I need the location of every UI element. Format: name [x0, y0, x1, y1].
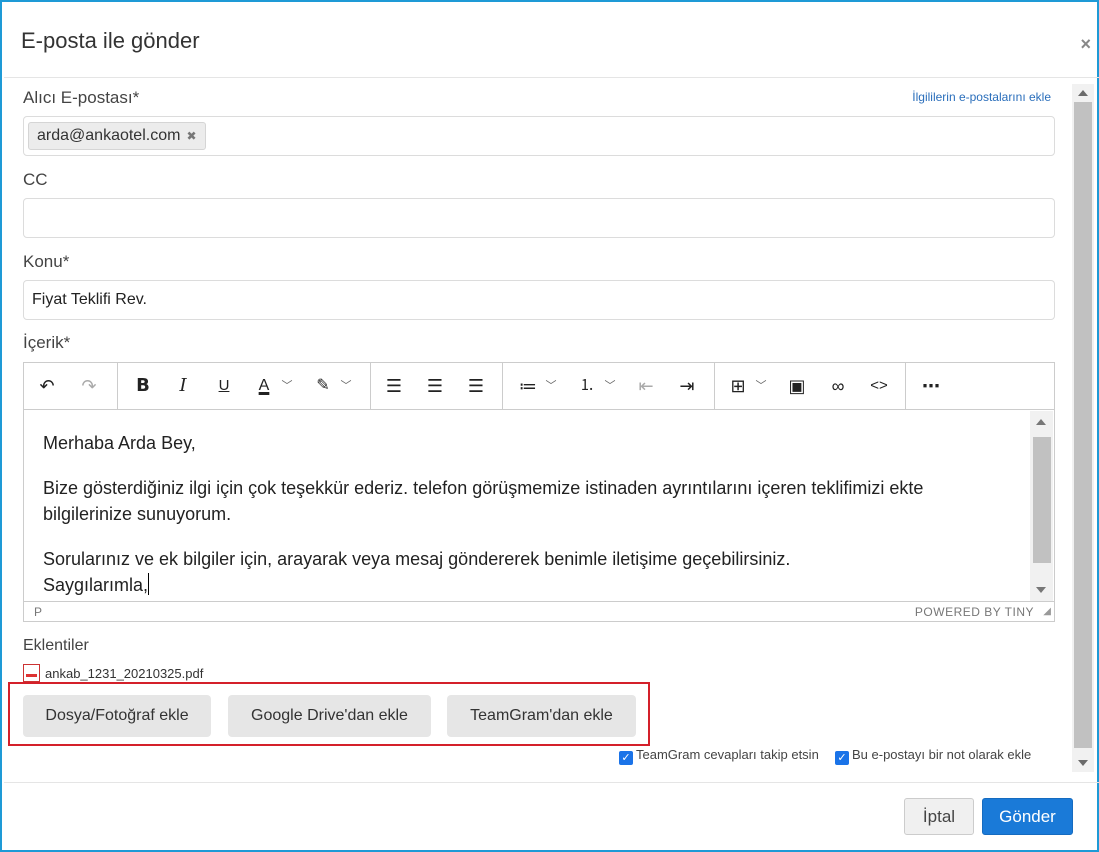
email-dialog: E-posta ile gönder × Alıcı E-postası* İl…	[0, 0, 1099, 852]
scroll-down-icon[interactable]	[1078, 760, 1088, 766]
toolbar-group-lists: ≔ ﹀ ⒈ ﹀ ⇤ ⇥	[503, 363, 715, 409]
add-as-note-checkbox[interactable]: ✓	[835, 751, 849, 765]
code-icon[interactable]: <>	[864, 371, 894, 401]
indent-icon[interactable]: ⇥	[672, 371, 702, 401]
image-icon[interactable]: ▣	[782, 371, 812, 401]
align-center-icon[interactable]: ☰	[420, 371, 450, 401]
more-icon[interactable]: ⋯	[916, 371, 946, 401]
outdent-icon[interactable]: ⇤	[631, 371, 661, 401]
toolbar-group-history: ↶ ↷	[24, 363, 118, 409]
attachments-label: Eklentiler	[23, 637, 89, 654]
track-replies-option[interactable]: ✓ TeamGram cevapları takip etsin	[619, 747, 819, 765]
content-label: İçerik*	[23, 333, 71, 352]
add-file-photo-button[interactable]: Dosya/Fotoğraf ekle	[23, 695, 211, 737]
rich-text-editor: ↶ ↷ B I U A ﹀ ✎ ﹀ ☰ ☰ ☰ ≔ ﹀ ⒈ ﹀ ⇤ ⇥ ⊞ ﹀ …	[23, 362, 1055, 622]
chevron-down-icon[interactable]: ﹀	[603, 371, 617, 401]
cc-field[interactable]	[23, 198, 1055, 238]
resize-handle-icon[interactable]: ◢	[1043, 606, 1051, 617]
dialog-header: E-posta ile gönder ×	[4, 4, 1099, 78]
cc-label: CC	[23, 170, 48, 189]
element-path[interactable]: P	[34, 605, 42, 619]
scroll-up-icon[interactable]	[1036, 419, 1046, 425]
numbered-list-icon[interactable]: ⒈	[572, 371, 602, 401]
chevron-down-icon[interactable]: ﹀	[544, 371, 558, 401]
scroll-down-icon[interactable]	[1036, 587, 1046, 593]
editor-toolbar: ↶ ↷ B I U A ﹀ ✎ ﹀ ☰ ☰ ☰ ≔ ﹀ ⒈ ﹀ ⇤ ⇥ ⊞ ﹀ …	[24, 363, 1054, 410]
recipient-field[interactable]: arda@ankaotel.com ✖	[23, 116, 1055, 156]
chevron-down-icon[interactable]: ﹀	[754, 371, 768, 401]
recipient-chip: arda@ankaotel.com ✖	[28, 122, 206, 150]
align-right-icon[interactable]: ☰	[461, 371, 491, 401]
closing-line-1: Sorularınız ve ek bilgiler için, arayara…	[43, 549, 791, 569]
cancel-button[interactable]: İptal	[904, 798, 974, 835]
dialog-scrollbar[interactable]	[1072, 84, 1094, 772]
scrollbar-thumb[interactable]	[1074, 102, 1092, 748]
editor-statusbar: P POWERED BY TINY ◢	[24, 601, 1054, 621]
text-color-icon[interactable]: A	[249, 371, 279, 401]
attachment-file[interactable]: ankab_1231_20210325.pdf	[23, 664, 203, 682]
closing-line-2-text: Saygılarımla,	[43, 575, 149, 595]
redo-icon[interactable]: ↷	[74, 371, 104, 401]
bullet-list-icon[interactable]: ≔	[513, 371, 543, 401]
subject-field[interactable]: Fiyat Teklifi Rev.	[23, 280, 1055, 320]
toolbar-group-format: B I U A ﹀ ✎ ﹀	[118, 363, 371, 409]
underline-icon[interactable]: U	[209, 371, 239, 401]
table-icon[interactable]: ⊞	[723, 371, 753, 401]
add-related-emails-link[interactable]: İlgililerin e-postalarını ekle	[912, 90, 1051, 104]
attachment-file-name: ankab_1231_20210325.pdf	[45, 666, 204, 681]
link-icon[interactable]: ∞	[823, 371, 853, 401]
toolbar-group-insert: ⊞ ﹀ ▣ ∞ <>	[715, 363, 906, 409]
recipient-label: Alıcı E-postası*	[23, 88, 140, 107]
body-paragraph: Bize gösterdiğiniz ilgi için çok teşekkü…	[43, 478, 924, 524]
highlight-icon[interactable]: ✎	[308, 371, 338, 401]
subject-value: Fiyat Teklifi Rev.	[32, 291, 147, 308]
bold-icon[interactable]: B	[128, 371, 158, 401]
add-as-note-label: Bu e-postayı bir not olarak ekle	[852, 747, 1032, 762]
toolbar-group-align: ☰ ☰ ☰	[371, 363, 503, 409]
chevron-down-icon[interactable]: ﹀	[280, 371, 294, 401]
align-left-icon[interactable]: ☰	[379, 371, 409, 401]
track-replies-label: TeamGram cevapları takip etsin	[636, 747, 819, 762]
editor-content[interactable]: Merhaba Arda Bey, Bize gösterdiğiniz ilg…	[24, 410, 1028, 600]
add-as-note-option[interactable]: ✓ Bu e-postayı bir not olarak ekle	[835, 747, 1031, 765]
scroll-up-icon[interactable]	[1078, 90, 1088, 96]
close-icon[interactable]: ×	[1080, 34, 1091, 55]
add-google-drive-button[interactable]: Google Drive'dan ekle	[228, 695, 431, 737]
powered-by-label[interactable]: POWERED BY TINY	[915, 605, 1034, 619]
send-button[interactable]: Gönder	[982, 798, 1073, 835]
text-cursor	[148, 573, 150, 595]
editor-scrollbar[interactable]	[1030, 411, 1053, 601]
greeting-paragraph: Merhaba Arda Bey,	[43, 433, 196, 453]
subject-label: Konu*	[23, 252, 70, 271]
track-replies-checkbox[interactable]: ✓	[619, 751, 633, 765]
pdf-file-icon	[23, 664, 40, 682]
remove-chip-icon[interactable]: ✖	[186, 129, 196, 143]
chevron-down-icon[interactable]: ﹀	[339, 371, 353, 401]
closing-line-2: Saygılarımla,	[43, 572, 1009, 598]
add-teamgram-button[interactable]: TeamGram'dan ekle	[447, 695, 636, 737]
dialog-title: E-posta ile gönder	[21, 28, 200, 53]
recipient-chip-text: arda@ankaotel.com	[37, 127, 181, 144]
undo-icon[interactable]: ↶	[32, 371, 62, 401]
editor-scrollbar-thumb[interactable]	[1033, 437, 1051, 563]
italic-icon[interactable]: I	[168, 371, 198, 401]
